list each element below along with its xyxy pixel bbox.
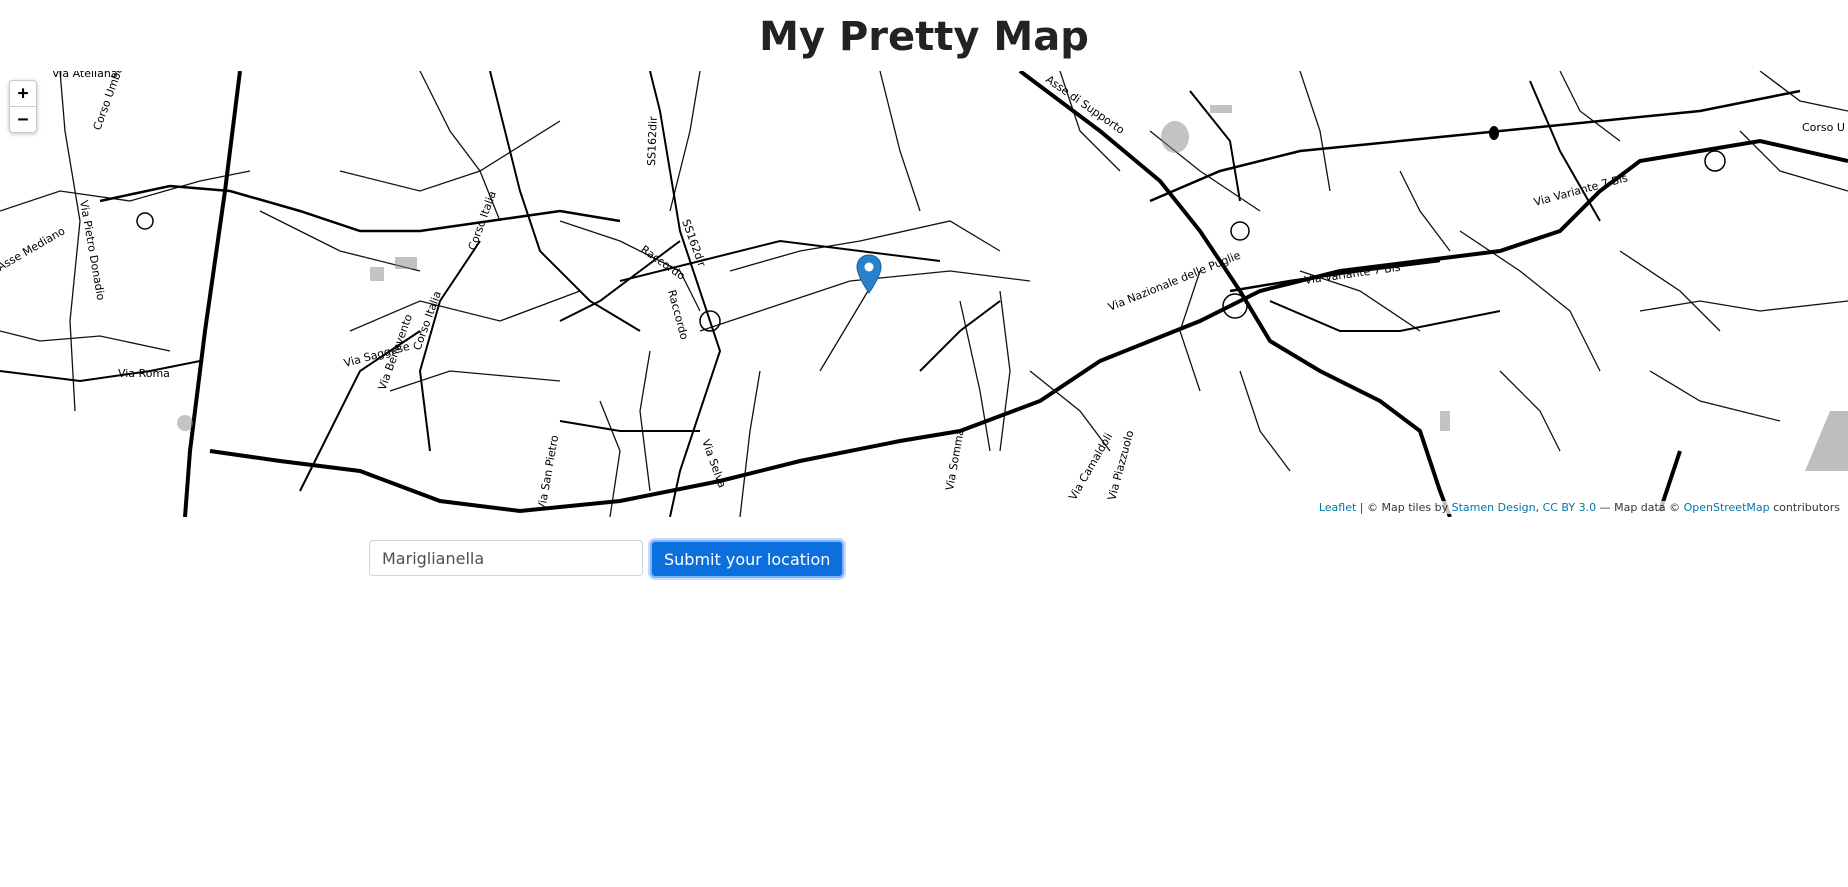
location-form: Submit your location [369, 540, 845, 578]
road-label: Raccordo [638, 243, 687, 283]
attribution-data-text: — Map data © [1596, 501, 1684, 514]
map-attribution: Leaflet | © Map tiles by Stamen Design, … [1315, 501, 1843, 514]
road-label: Asse di Supporto [1043, 73, 1127, 137]
road-label: Via San Pietro [535, 434, 561, 512]
road-label: Corso U [1802, 121, 1845, 134]
location-input[interactable] [369, 540, 643, 576]
page-title: My Pretty Map [759, 14, 1089, 60]
road-label: Corso Umberto I [91, 71, 134, 132]
attribution-contributors: contributors [1769, 501, 1840, 514]
road-label: Via Roma [118, 367, 170, 380]
attribution-comma: , [1535, 501, 1543, 514]
map-marker-icon[interactable] [856, 254, 882, 294]
zoom-control: + − [9, 80, 37, 133]
road-label: Via Somma [943, 428, 967, 492]
road-label: Via Nazionale delle Puglie [1106, 249, 1242, 314]
map-container[interactable]: Via Ateliana Corso Umberto I Via Pietro … [0, 71, 1848, 517]
road-label: Via Variante 7 Bis [1532, 171, 1629, 209]
map-tiles[interactable]: Via Ateliana Corso Umberto I Via Pietro … [0, 71, 1848, 517]
zoom-in-button[interactable]: + [10, 81, 36, 107]
leaflet-link[interactable]: Leaflet [1319, 501, 1356, 514]
zoom-out-button[interactable]: − [10, 107, 36, 132]
stamen-link[interactable]: Stamen Design [1452, 501, 1536, 514]
road-label: SS162dir [645, 116, 660, 166]
road-label: Via Selva [699, 438, 729, 490]
license-link[interactable]: CC BY 3.0 [1543, 501, 1597, 514]
road-label: Via Pietro Donadio [77, 199, 107, 301]
attribution-separator: | © Map tiles by [1356, 501, 1452, 514]
road-label: Asse Mediano [0, 224, 68, 273]
submit-location-button[interactable]: Submit your location [650, 540, 845, 578]
road-label: Raccordo [665, 288, 691, 341]
osm-link[interactable]: OpenStreetMap [1684, 501, 1770, 514]
road-label: Via Variante 7 Bis [1304, 261, 1402, 287]
